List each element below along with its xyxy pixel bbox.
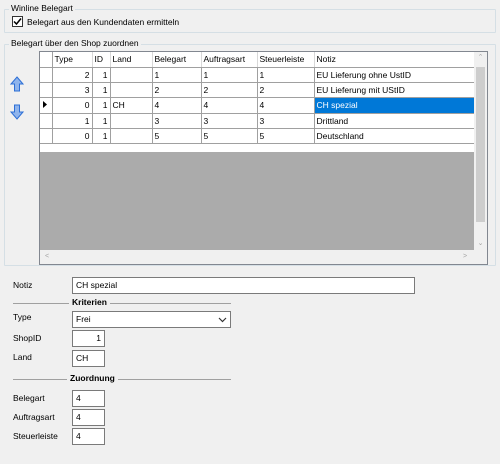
cell-steuerleiste[interactable]: 1 [257,67,315,83]
shopid-label: ShopID [13,333,42,343]
move-up-arrow-icon [10,76,24,92]
column-header-id[interactable]: ID [92,52,111,68]
vertical-scroll-thumb[interactable] [476,67,485,222]
belegart-from-customer-checkbox[interactable]: Belegart aus den Kundendaten ermitteln [12,16,179,27]
belegart-grid[interactable]: Type ID Land Belegart Auftragsart Steuer… [39,51,488,265]
cell-steuerleiste[interactable]: 4 [257,97,315,114]
table-row[interactable]: 0 1 5 5 5 Deutschland [40,128,475,144]
cell-land[interactable] [110,82,153,98]
scroll-right-icon[interactable]: > [460,253,470,260]
zuordnung-heading: Zuordnung [67,373,118,383]
cell-id[interactable]: 1 [92,97,111,114]
table-row[interactable]: 3 1 2 2 2 EU Lieferung mit UStID [40,82,475,98]
cell-land[interactable] [110,67,153,83]
belegart-field[interactable]: 4 [72,390,105,407]
kriterien-heading: Kriterien [69,297,110,307]
steuerleiste-label: Steuerleiste [13,431,58,441]
shop-assignment-title: Belegart über den Shop zuordnen [9,38,141,48]
type-dropdown-value: Frei [76,314,91,324]
checkbox-label: Belegart aus den Kundendaten ermitteln [27,16,180,27]
cell-type[interactable]: 2 [52,67,93,83]
cell-steuerleiste[interactable]: 5 [257,128,315,144]
column-header-land[interactable]: Land [110,52,153,68]
column-header-type[interactable]: Type [52,52,93,68]
cell-land[interactable] [110,113,153,129]
checkbox-box[interactable] [12,16,23,27]
chevron-down-icon [218,317,227,322]
cell-auftragsart[interactable]: 3 [201,113,258,129]
cell-belegart[interactable]: 4 [152,97,202,114]
kriterien-separator [13,303,231,304]
vertical-scrollbar[interactable]: ⌃ ⌄ [474,52,487,250]
cell-type[interactable]: 3 [52,82,93,98]
type-label: Type [13,312,32,322]
move-down-button[interactable] [8,103,26,121]
cell-land[interactable] [110,128,153,144]
cell-type[interactable]: 1 [52,113,93,129]
steuerleiste-field[interactable]: 4 [72,428,105,445]
move-down-arrow-icon [10,104,24,120]
cell-notiz[interactable]: Deutschland [314,128,475,144]
land-field[interactable]: CH [72,350,105,367]
column-header-belegart[interactable]: Belegart [152,52,202,68]
cell-auftragsart[interactable]: 5 [201,128,258,144]
column-header-auftragsart[interactable]: Auftragsart [201,52,258,68]
cell-auftragsart[interactable]: 4 [201,97,258,114]
cell-belegart[interactable]: 2 [152,82,202,98]
scroll-corner [474,250,487,264]
cell-auftragsart[interactable]: 2 [201,82,258,98]
cell-notiz[interactable]: EU Lieferung mit UStID [314,82,475,98]
row-header[interactable] [40,82,53,98]
cell-notiz[interactable]: CH spezial [314,97,475,114]
notiz-label: Notiz [13,280,33,290]
table-row[interactable]: 1 1 3 3 3 Drittland [40,113,475,129]
scroll-up-icon[interactable]: ⌃ [474,54,487,61]
cell-type[interactable]: 0 [52,97,93,114]
current-row-pointer-icon [43,100,47,108]
shopid-field[interactable]: 1 [72,330,105,347]
row-header[interactable] [40,113,53,129]
horizontal-scrollbar[interactable]: < > [40,250,474,264]
land-label: Land [13,352,32,362]
winline-belegart-title: Winline Belegart [9,3,75,13]
cell-belegart[interactable]: 1 [152,67,202,83]
cell-id[interactable]: 1 [92,128,111,144]
cell-id[interactable]: 1 [92,67,111,83]
column-header-notiz[interactable]: Notiz [314,52,475,68]
row-header[interactable] [40,128,53,144]
row-header[interactable] [40,67,53,83]
grid-table: Type ID Land Belegart Auftragsart Steuer… [40,52,475,144]
table-row[interactable]: 2 1 1 1 1 EU Lieferung ohne UstID [40,67,475,83]
column-header-steuerleiste[interactable]: Steuerleiste [257,52,315,68]
row-header-corner [40,52,53,68]
cell-belegart[interactable]: 5 [152,128,202,144]
cell-auftragsart[interactable]: 1 [201,67,258,83]
belegart-label: Belegart [13,393,45,403]
scroll-left-icon[interactable]: < [42,253,52,260]
cell-notiz[interactable]: EU Lieferung ohne UstID [314,67,475,83]
checkmark-icon [13,18,22,26]
auftragsart-label: Auftragsart [13,412,55,422]
zuordnung-separator [13,379,231,380]
cell-notiz[interactable]: Drittland [314,113,475,129]
notiz-field[interactable]: CH spezial [72,277,415,294]
move-up-button[interactable] [8,75,26,93]
cell-type[interactable]: 0 [52,128,93,144]
cell-id[interactable]: 1 [92,82,111,98]
type-dropdown[interactable]: Frei [72,311,231,328]
cell-id[interactable]: 1 [92,113,111,129]
scroll-down-icon[interactable]: ⌄ [474,240,487,247]
cell-land[interactable]: CH [110,97,153,114]
auftragsart-field[interactable]: 4 [72,409,105,426]
grid-content-area: Type ID Land Belegart Auftragsart Steuer… [40,52,475,152]
row-header-current[interactable] [40,97,53,114]
grid-header-row: Type ID Land Belegart Auftragsart Steuer… [40,52,475,68]
cell-steuerleiste[interactable]: 2 [257,82,315,98]
cell-belegart[interactable]: 3 [152,113,202,129]
cell-steuerleiste[interactable]: 3 [257,113,315,129]
table-row-selected[interactable]: 0 1 CH 4 4 4 CH spezial [40,97,475,114]
